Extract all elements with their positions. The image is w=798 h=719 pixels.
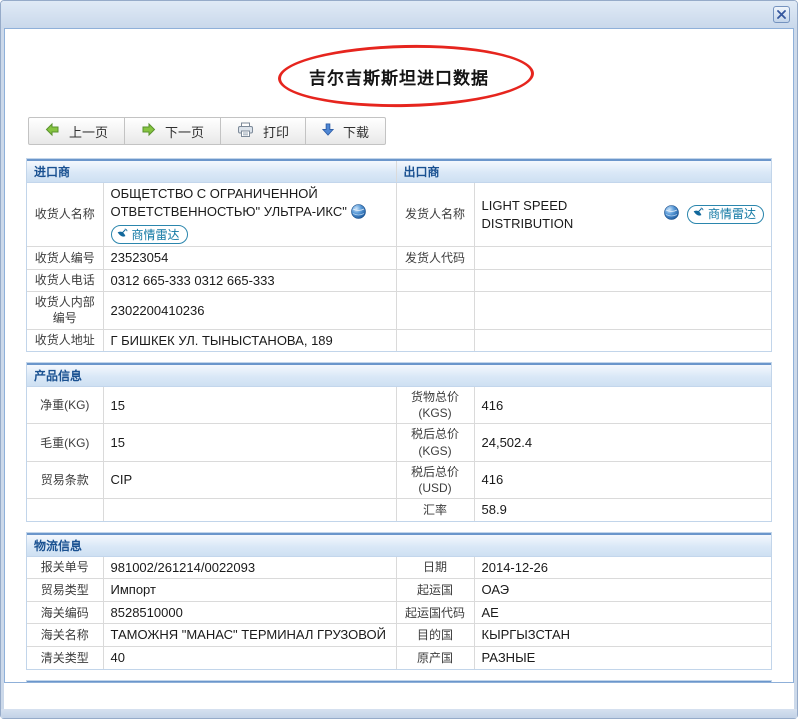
- destination-country-value: КЫРГЫЗСТАН: [474, 624, 771, 647]
- window-edge-bottom: [1, 709, 797, 718]
- gross-weight-value: 15: [103, 424, 396, 461]
- consignee-internal-label: 收货人内部编号: [27, 292, 103, 329]
- net-weight-label: 净重(KG): [27, 387, 103, 424]
- consignee-name-label: 收货人名称: [27, 183, 103, 247]
- dialog-titlebar: [1, 1, 797, 28]
- description-header: 描述: [27, 682, 771, 683]
- dialog-window: 吉尔吉斯斯坦进口数据 上一页 下一页: [0, 0, 798, 719]
- prev-page-button[interactable]: 上一页: [28, 117, 125, 145]
- radar-badge-label: 商情雷达: [708, 206, 756, 222]
- radar-badge[interactable]: 商情雷达: [111, 225, 188, 244]
- next-page-label: 下一页: [165, 122, 204, 141]
- departure-code-value: AE: [474, 601, 771, 624]
- origin-country-value: РАЗНЫЕ: [474, 646, 771, 668]
- declaration-no-value: 981002/261214/0022093: [103, 556, 396, 579]
- after-tax-usd-value: 416: [474, 461, 771, 498]
- prev-page-label: 上一页: [69, 122, 108, 141]
- globe-icon[interactable]: [351, 207, 366, 222]
- consignee-code-value: 23523054: [103, 247, 396, 270]
- printer-icon: [237, 122, 254, 141]
- date-value: 2014-12-26: [474, 556, 771, 579]
- section-description: 描述 产品描述 МОНИТОР, SAMSUNG LS 19D300NY 18.…: [26, 680, 772, 683]
- clearance-type-label: 清关类型: [27, 646, 103, 668]
- after-tax-kgs-value: 24,502.4: [474, 424, 771, 461]
- arrow-left-icon: [45, 122, 60, 140]
- logistics-header: 物流信息: [27, 534, 771, 557]
- trade-type-value: Импорт: [103, 579, 396, 602]
- exchange-rate-label: 汇率: [396, 499, 474, 521]
- consignee-address-value: Г БИШКЕК УЛ. ТЫНЫСТАНОВА, 189: [103, 329, 396, 351]
- consignee-phone-label: 收货人电话: [27, 269, 103, 292]
- departure-country-label: 起运国: [396, 579, 474, 602]
- print-button[interactable]: 打印: [220, 117, 306, 145]
- section-logistics: 物流信息 报关单号 981002/261214/0022093 日期 2014-…: [26, 532, 772, 670]
- globe-icon[interactable]: [664, 205, 679, 225]
- content-panel: 吉尔吉斯斯坦进口数据 上一页 下一页: [4, 28, 794, 683]
- consignee-name-value: ОБЩЕТСТВО С ОГРАНИЧЕННОЙ ОТВЕТСТВЕННОСТЬ…: [103, 183, 396, 247]
- shipper-name-label: 发货人名称: [396, 183, 474, 247]
- customs-name-label: 海关名称: [27, 624, 103, 647]
- trade-terms-label: 贸易条款: [27, 461, 103, 498]
- consignee-code-label: 收货人编号: [27, 247, 103, 270]
- title-area: 吉尔吉斯斯坦进口数据: [26, 59, 772, 93]
- customs-name-value: ТАМОЖНЯ "МАНАС" ТЕРМИНАЛ ГРУЗОВОЙ: [103, 624, 396, 647]
- consignee-phone-value: 0312 665-333 0312 665-333: [103, 269, 396, 292]
- declaration-no-label: 报关单号: [27, 556, 103, 579]
- total-price-kgs-value: 416: [474, 387, 771, 424]
- radar-icon: [693, 206, 704, 222]
- trade-type-label: 贸易类型: [27, 579, 103, 602]
- download-label: 下载: [343, 122, 369, 141]
- shipper-code-value: [474, 247, 771, 270]
- section-product: 产品信息 净重(KG) 15 货物总价 (KGS) 416 毛重(KG) 15 …: [26, 362, 772, 522]
- net-weight-value: 15: [103, 387, 396, 424]
- exporter-header: 出口商: [396, 160, 771, 183]
- radar-badge-label: 商情雷达: [132, 227, 180, 243]
- close-button[interactable]: [773, 6, 790, 23]
- after-tax-kgs-label: 税后总价 (KGS): [396, 424, 474, 461]
- toolbar: 上一页 下一页: [28, 117, 386, 145]
- section-trader: 进口商 出口商 收货人名称 ОБЩЕТСТВО С ОГРАНИЧЕННОЙ О…: [26, 158, 772, 352]
- destination-country-label: 目的国: [396, 624, 474, 647]
- shipper-name-text: LIGHT SPEED DISTRIBUTION: [482, 197, 656, 232]
- shipper-code-label: 发货人代码: [396, 247, 474, 270]
- download-icon: [322, 123, 334, 139]
- print-label: 打印: [263, 122, 289, 141]
- consignee-name-text: ОБЩЕТСТВО С ОГРАНИЧЕННОЙ ОТВЕТСТВЕННОСТЬ…: [111, 186, 347, 219]
- after-tax-usd-label: 税后总价 (USD): [396, 461, 474, 498]
- departure-code-label: 起运国代码: [396, 601, 474, 624]
- consignee-address-label: 收货人地址: [27, 329, 103, 351]
- product-header: 产品信息: [27, 364, 771, 387]
- download-button[interactable]: 下载: [305, 117, 386, 145]
- close-icon: [777, 6, 786, 24]
- total-price-kgs-label: 货物总价 (KGS): [396, 387, 474, 424]
- departure-country-value: ОАЭ: [474, 579, 771, 602]
- consignee-internal-value: 2302200410236: [103, 292, 396, 329]
- shipper-name-value: LIGHT SPEED DISTRIBUTION 商情雷达: [474, 183, 771, 247]
- date-label: 日期: [396, 556, 474, 579]
- window-edge-right: [794, 28, 797, 718]
- trade-terms-value: CIP: [103, 461, 396, 498]
- hs-code-label: 海关编码: [27, 601, 103, 624]
- arrow-right-icon: [141, 122, 156, 140]
- clearance-type-value: 40: [103, 646, 396, 668]
- exchange-rate-value: 58.9: [474, 499, 771, 521]
- importer-header: 进口商: [27, 160, 396, 183]
- hs-code-value: 8528510000: [103, 601, 396, 624]
- origin-country-label: 原产国: [396, 646, 474, 668]
- next-page-button[interactable]: 下一页: [124, 117, 221, 145]
- gross-weight-label: 毛重(KG): [27, 424, 103, 461]
- radar-badge[interactable]: 商情雷达: [687, 205, 764, 224]
- radar-icon: [117, 227, 128, 243]
- page-title: 吉尔吉斯斯坦进口数据: [309, 64, 489, 89]
